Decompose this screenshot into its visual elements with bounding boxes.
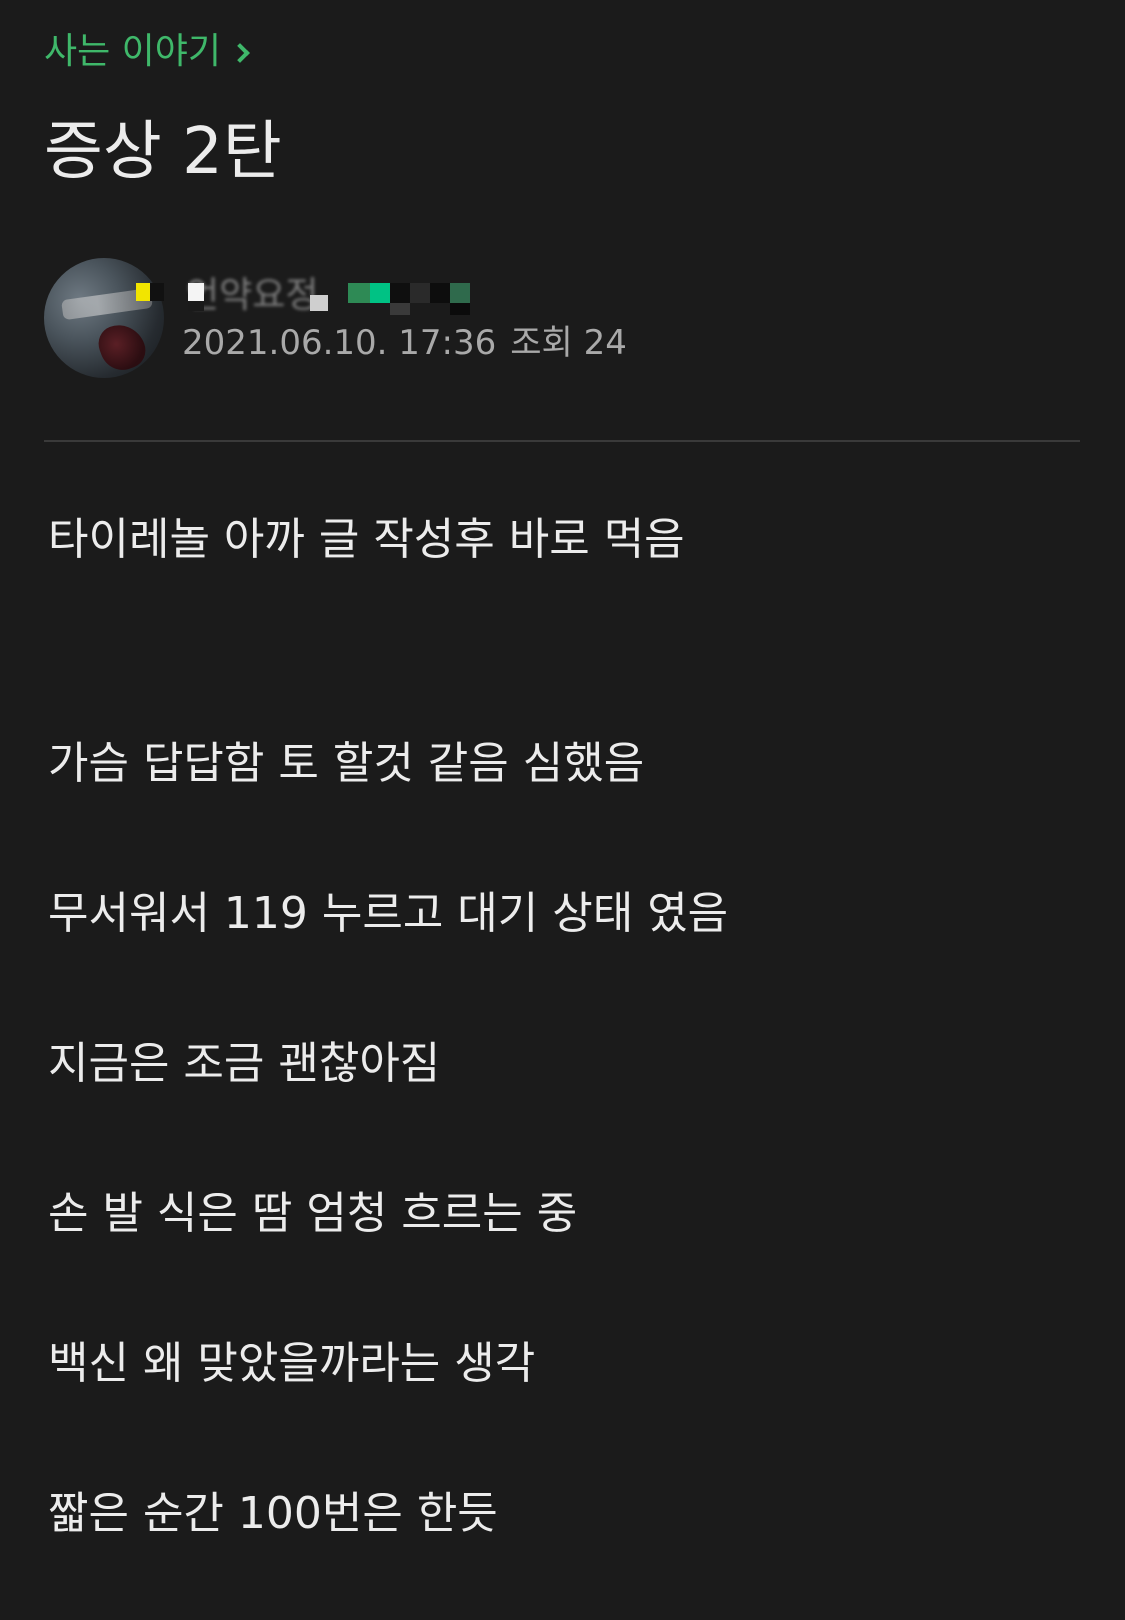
post-date: 2021.06.10. 17:36 [182,323,497,363]
redaction-block [450,303,470,315]
redaction-block [390,303,410,315]
avatar-detail [93,317,151,377]
board-name: 사는 이야기 [44,31,222,72]
redaction-block [348,283,370,303]
redaction-block [370,283,390,303]
author-nickname-text: 언약요정 [186,275,319,316]
body-line: 가슴 답답함 토 할것 같음 심했음 [48,738,645,789]
body-line: 무서워서 119 누르고 대기 상태 였음 [48,888,729,939]
redaction-block [390,283,410,303]
redaction-block [136,283,150,301]
redaction-block [410,283,430,303]
body-line: 타이레놀 아까 글 작성후 바로 먹음 [48,514,685,565]
redaction-block [188,301,204,311]
board-link[interactable]: 사는 이야기 [44,28,250,76]
body-line: 짧은 순간 100번은 한듯 [48,1488,498,1539]
author-nickname[interactable]: 언약요정 [136,271,522,321]
redaction-block [430,283,450,303]
redaction-block [450,283,470,303]
redaction-block [188,283,204,301]
author-row: 언약요정 2021.06.10. 17:36 조회 24 [44,258,627,378]
post-body: 타이레놀 아까 글 작성후 바로 먹음 가슴 답답함 토 할것 같음 심했음 무… [48,508,1088,1546]
body-line: 지금은 조금 괜찮아짐 [48,1038,441,1089]
avatar[interactable] [44,258,164,378]
redaction-block [310,295,328,311]
redaction-block [150,283,164,301]
post-meta: 2021.06.10. 17:36 조회 24 [182,321,627,365]
post-title: 증상 2탄 [44,115,282,189]
body-line: 손 발 식은 땀 엄청 흐르는 중 [48,1188,578,1239]
view-count: 조회 24 [510,323,627,363]
author-meta: 언약요정 2021.06.10. 17:36 조회 24 [136,271,627,365]
body-line: 백신 왜 맞았을까라는 생각 [48,1338,536,1389]
chevron-right-icon [230,43,250,63]
divider [44,440,1080,442]
